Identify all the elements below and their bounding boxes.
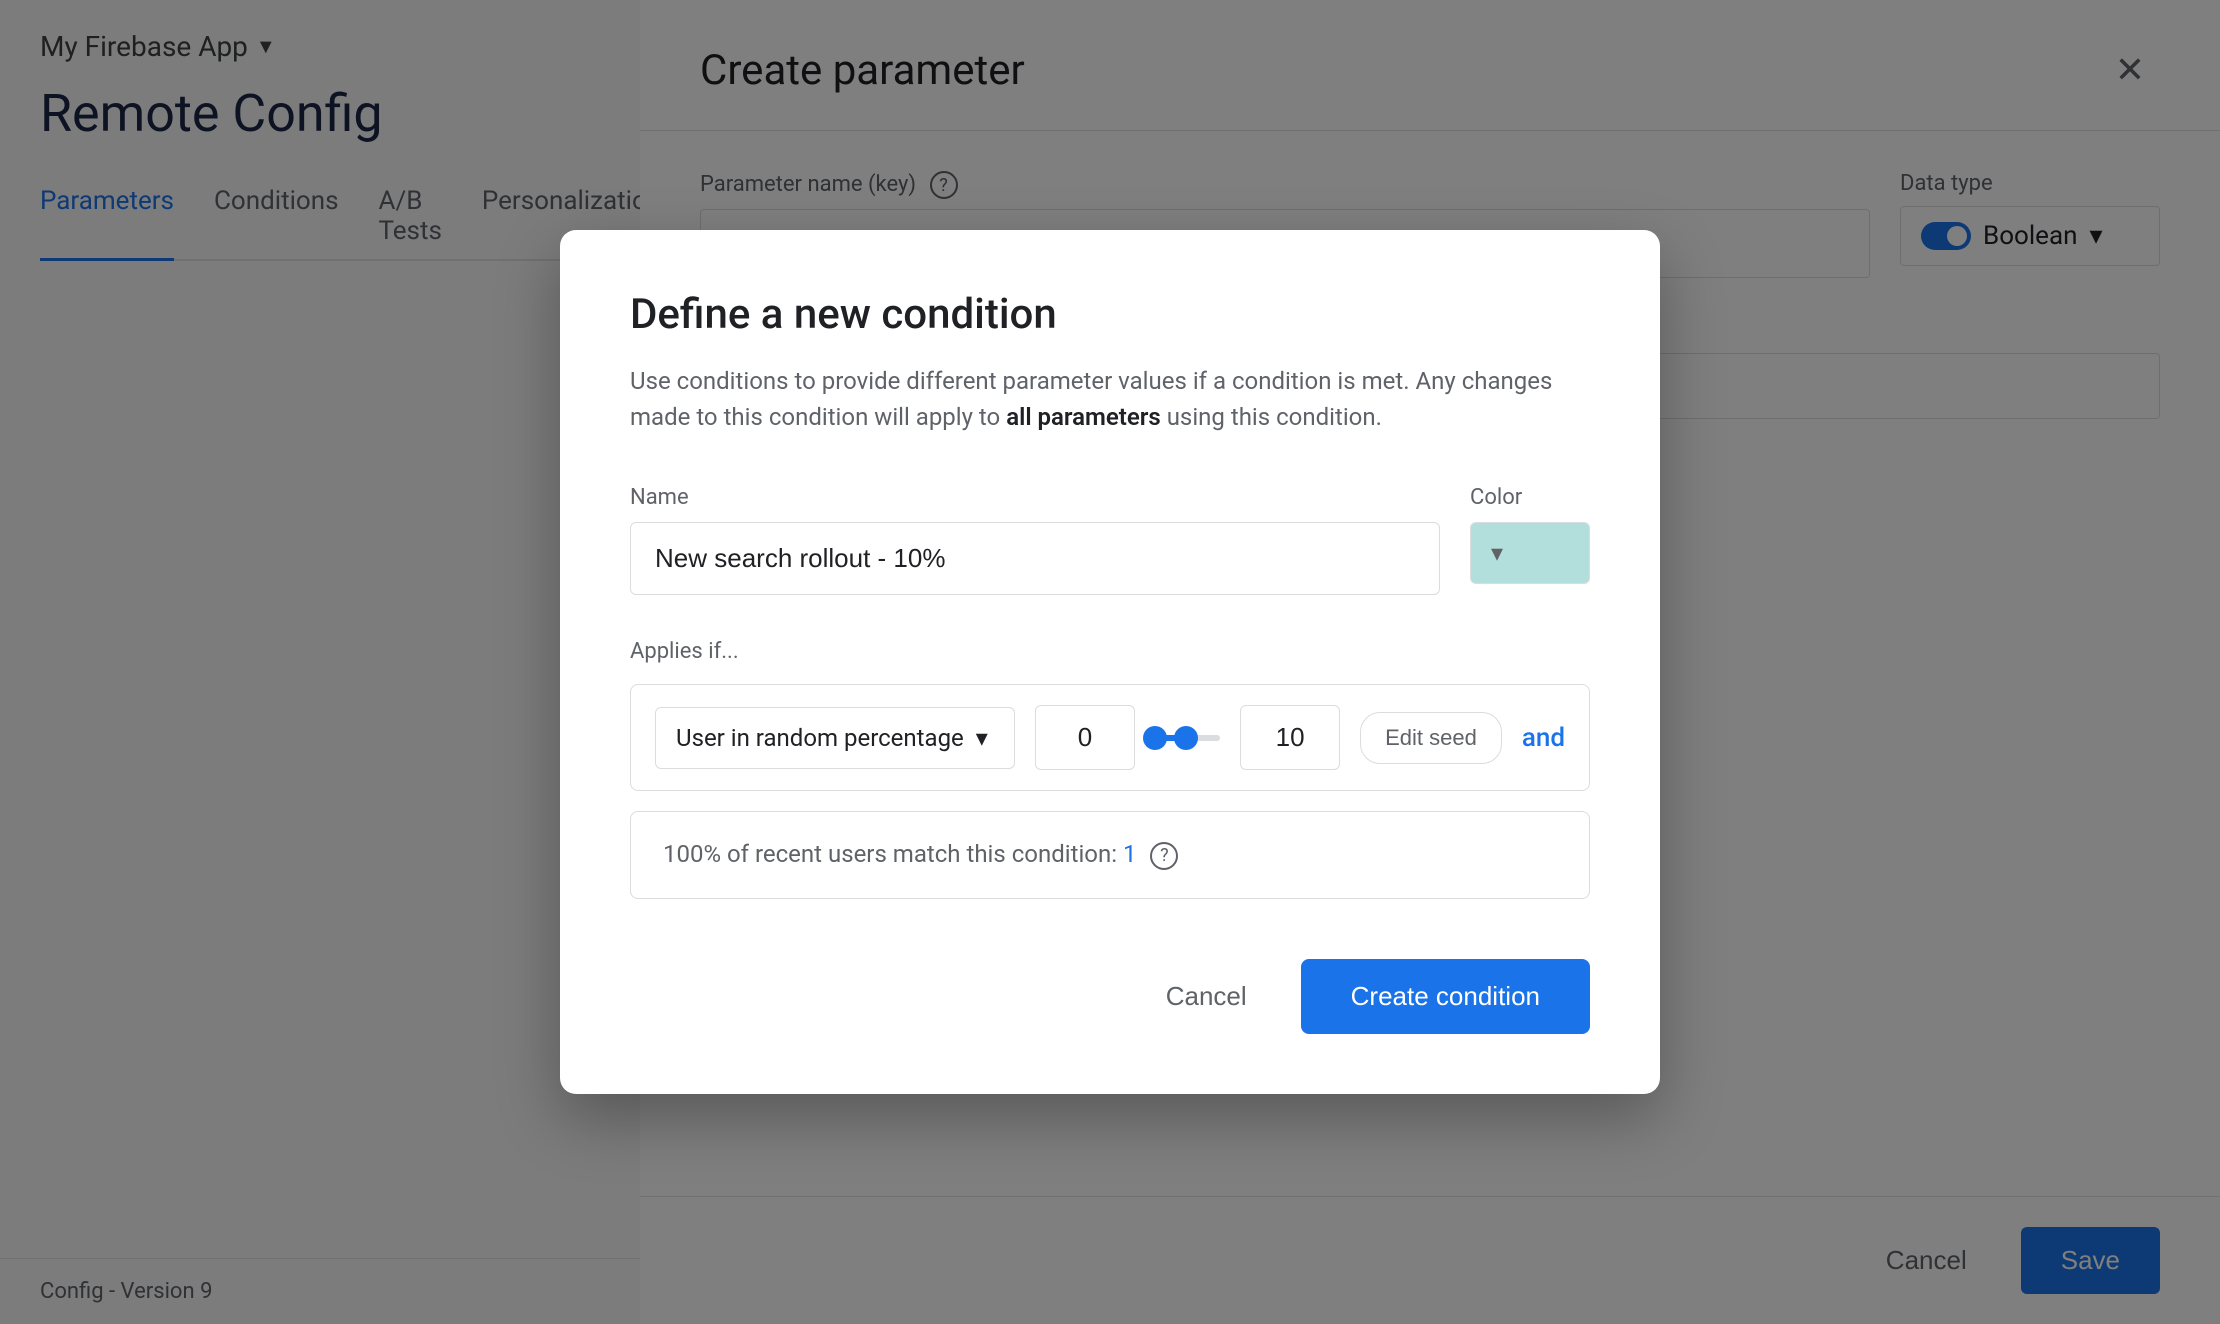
match-help-icon[interactable]: ? <box>1150 842 1178 870</box>
name-label: Name <box>630 485 1440 510</box>
applies-label: Applies if... <box>630 639 1590 664</box>
color-group: Color ▾ <box>1470 485 1590 584</box>
range-max-input[interactable] <box>1240 705 1340 770</box>
color-picker[interactable]: ▾ <box>1470 522 1590 584</box>
match-info-box: 100% of recent users match this conditio… <box>630 811 1590 899</box>
condition-name-input[interactable] <box>630 522 1440 595</box>
condition-type-label: User in random percentage <box>676 724 964 752</box>
name-color-row: Name Color ▾ <box>630 485 1590 595</box>
slider-container <box>1155 718 1220 758</box>
modal-footer: Cancel Create condition <box>630 959 1590 1034</box>
color-chevron-icon: ▾ <box>1491 539 1503 567</box>
and-link[interactable]: and <box>1522 723 1565 753</box>
modal-title: Define a new condition <box>630 290 1590 339</box>
modal-cancel-button[interactable]: Cancel <box>1142 965 1271 1028</box>
create-condition-button[interactable]: Create condition <box>1301 959 1590 1034</box>
slider-thumb-left[interactable] <box>1143 726 1167 750</box>
range-min-input[interactable] <box>1035 705 1135 770</box>
modal-description: Use conditions to provide different para… <box>630 363 1590 435</box>
condition-type-select[interactable]: User in random percentage ▾ <box>655 707 1015 769</box>
condition-row: User in random percentage ▾ Edit seed an… <box>630 684 1590 791</box>
match-count-link[interactable]: 1 <box>1123 840 1137 868</box>
color-label: Color <box>1470 485 1590 510</box>
condition-type-chevron-icon: ▾ <box>976 724 988 752</box>
modal-overlay: Define a new condition Use conditions to… <box>0 0 2220 1324</box>
match-info-text: 100% of recent users match this conditio… <box>663 840 1117 868</box>
define-condition-modal: Define a new condition Use conditions to… <box>560 230 1660 1094</box>
slider-thumb-right[interactable] <box>1174 726 1198 750</box>
condition-name-group: Name <box>630 485 1440 595</box>
edit-seed-button[interactable]: Edit seed <box>1360 712 1502 764</box>
